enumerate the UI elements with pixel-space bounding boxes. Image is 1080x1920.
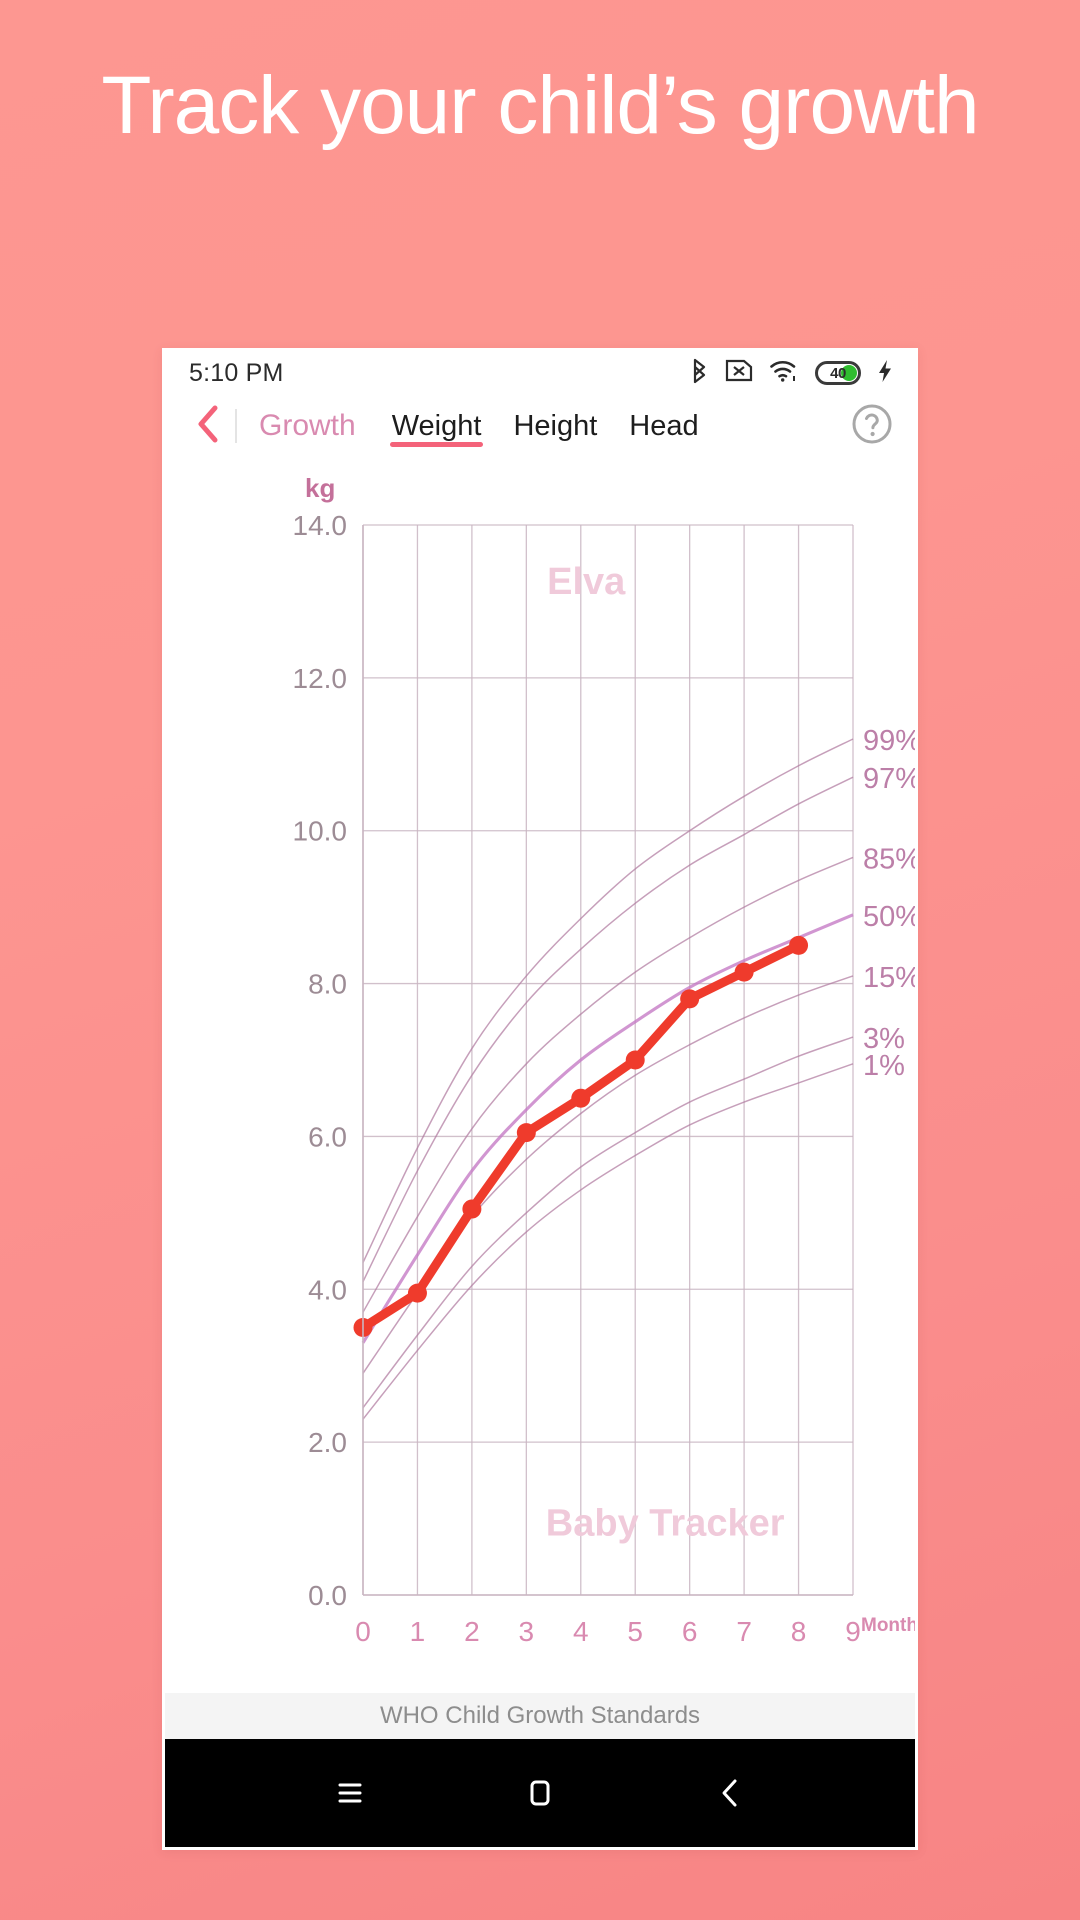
- svg-text:97%: 97%: [863, 763, 915, 795]
- home-icon[interactable]: [520, 1773, 560, 1818]
- svg-text:10.0: 10.0: [293, 816, 348, 847]
- phone-mockup: 5:10 PM 40 Growth Weight Height Head kg …: [162, 348, 918, 1850]
- question-mark-circle-icon: [851, 404, 893, 449]
- app-bar-divider: [235, 409, 237, 443]
- svg-text:8: 8: [791, 1616, 807, 1647]
- svg-text:12.0: 12.0: [293, 663, 348, 694]
- svg-text:4: 4: [573, 1616, 589, 1647]
- page-title: Growth: [259, 409, 356, 442]
- app-bar: Growth Weight Height Head: [165, 395, 915, 457]
- chart-source-note: WHO Child Growth Standards: [165, 1693, 915, 1739]
- svg-text:2.0: 2.0: [308, 1427, 347, 1458]
- svg-text:99%: 99%: [863, 725, 915, 757]
- svg-text:9: 9: [845, 1616, 861, 1647]
- back-button[interactable]: [185, 404, 231, 449]
- chevron-left-icon: [195, 404, 221, 449]
- tab-height[interactable]: Height: [497, 395, 613, 457]
- svg-text:3: 3: [519, 1616, 535, 1647]
- svg-text:0: 0: [355, 1616, 371, 1647]
- growth-chart[interactable]: kg 0 1 2 3 4 5 6 7 8 9Months 0.0 2.0 4.0 6.0 8.0 10.0 12…: [165, 457, 915, 1693]
- svg-text:7: 7: [736, 1616, 752, 1647]
- tab-head[interactable]: Head: [613, 395, 714, 457]
- svg-text:4.0: 4.0: [308, 1274, 347, 1305]
- svg-text:1: 1: [410, 1616, 426, 1647]
- android-nav-bar: [165, 1739, 915, 1847]
- svg-text:0.0: 0.0: [308, 1580, 347, 1611]
- wifi-icon: [769, 359, 799, 388]
- chart-canvas: 0 1 2 3 4 5 6 7 8 9Months 0.0 2.0 4.0 6.0 8.0 10.0 12.0 1…: [293, 510, 916, 1647]
- svg-text:5: 5: [627, 1616, 643, 1647]
- svg-text:1%: 1%: [863, 1050, 905, 1082]
- back-icon[interactable]: [710, 1773, 750, 1818]
- no-sim-icon: [725, 358, 753, 388]
- svg-text:50%: 50%: [863, 901, 915, 933]
- help-button[interactable]: [851, 403, 897, 450]
- battery-level-label: 40: [830, 364, 846, 382]
- tab-weight[interactable]: Weight: [376, 395, 498, 457]
- svg-text:8.0: 8.0: [308, 969, 347, 1000]
- svg-text:Months: Months: [861, 1615, 915, 1636]
- y-axis-unit-label: kg: [305, 473, 336, 503]
- svg-text:6.0: 6.0: [308, 1121, 347, 1152]
- svg-text:Elva: Elva: [547, 561, 626, 603]
- status-clock: 5:10 PM: [189, 358, 284, 387]
- svg-text:Baby Tracker: Baby Tracker: [546, 1502, 785, 1544]
- status-icon-tray: 40: [691, 358, 893, 389]
- charging-bolt-icon: [877, 359, 893, 388]
- svg-text:15%: 15%: [863, 962, 915, 994]
- svg-text:6: 6: [682, 1616, 698, 1647]
- menu-icon[interactable]: [330, 1773, 370, 1818]
- bluetooth-icon: [691, 358, 709, 389]
- battery-icon: 40: [815, 361, 861, 385]
- svg-text:14.0: 14.0: [293, 510, 348, 541]
- promo-headline: Track your child’s growth: [101, 60, 979, 151]
- svg-text:85%: 85%: [863, 843, 915, 875]
- svg-text:2: 2: [464, 1616, 480, 1647]
- status-bar: 5:10 PM 40: [165, 351, 915, 395]
